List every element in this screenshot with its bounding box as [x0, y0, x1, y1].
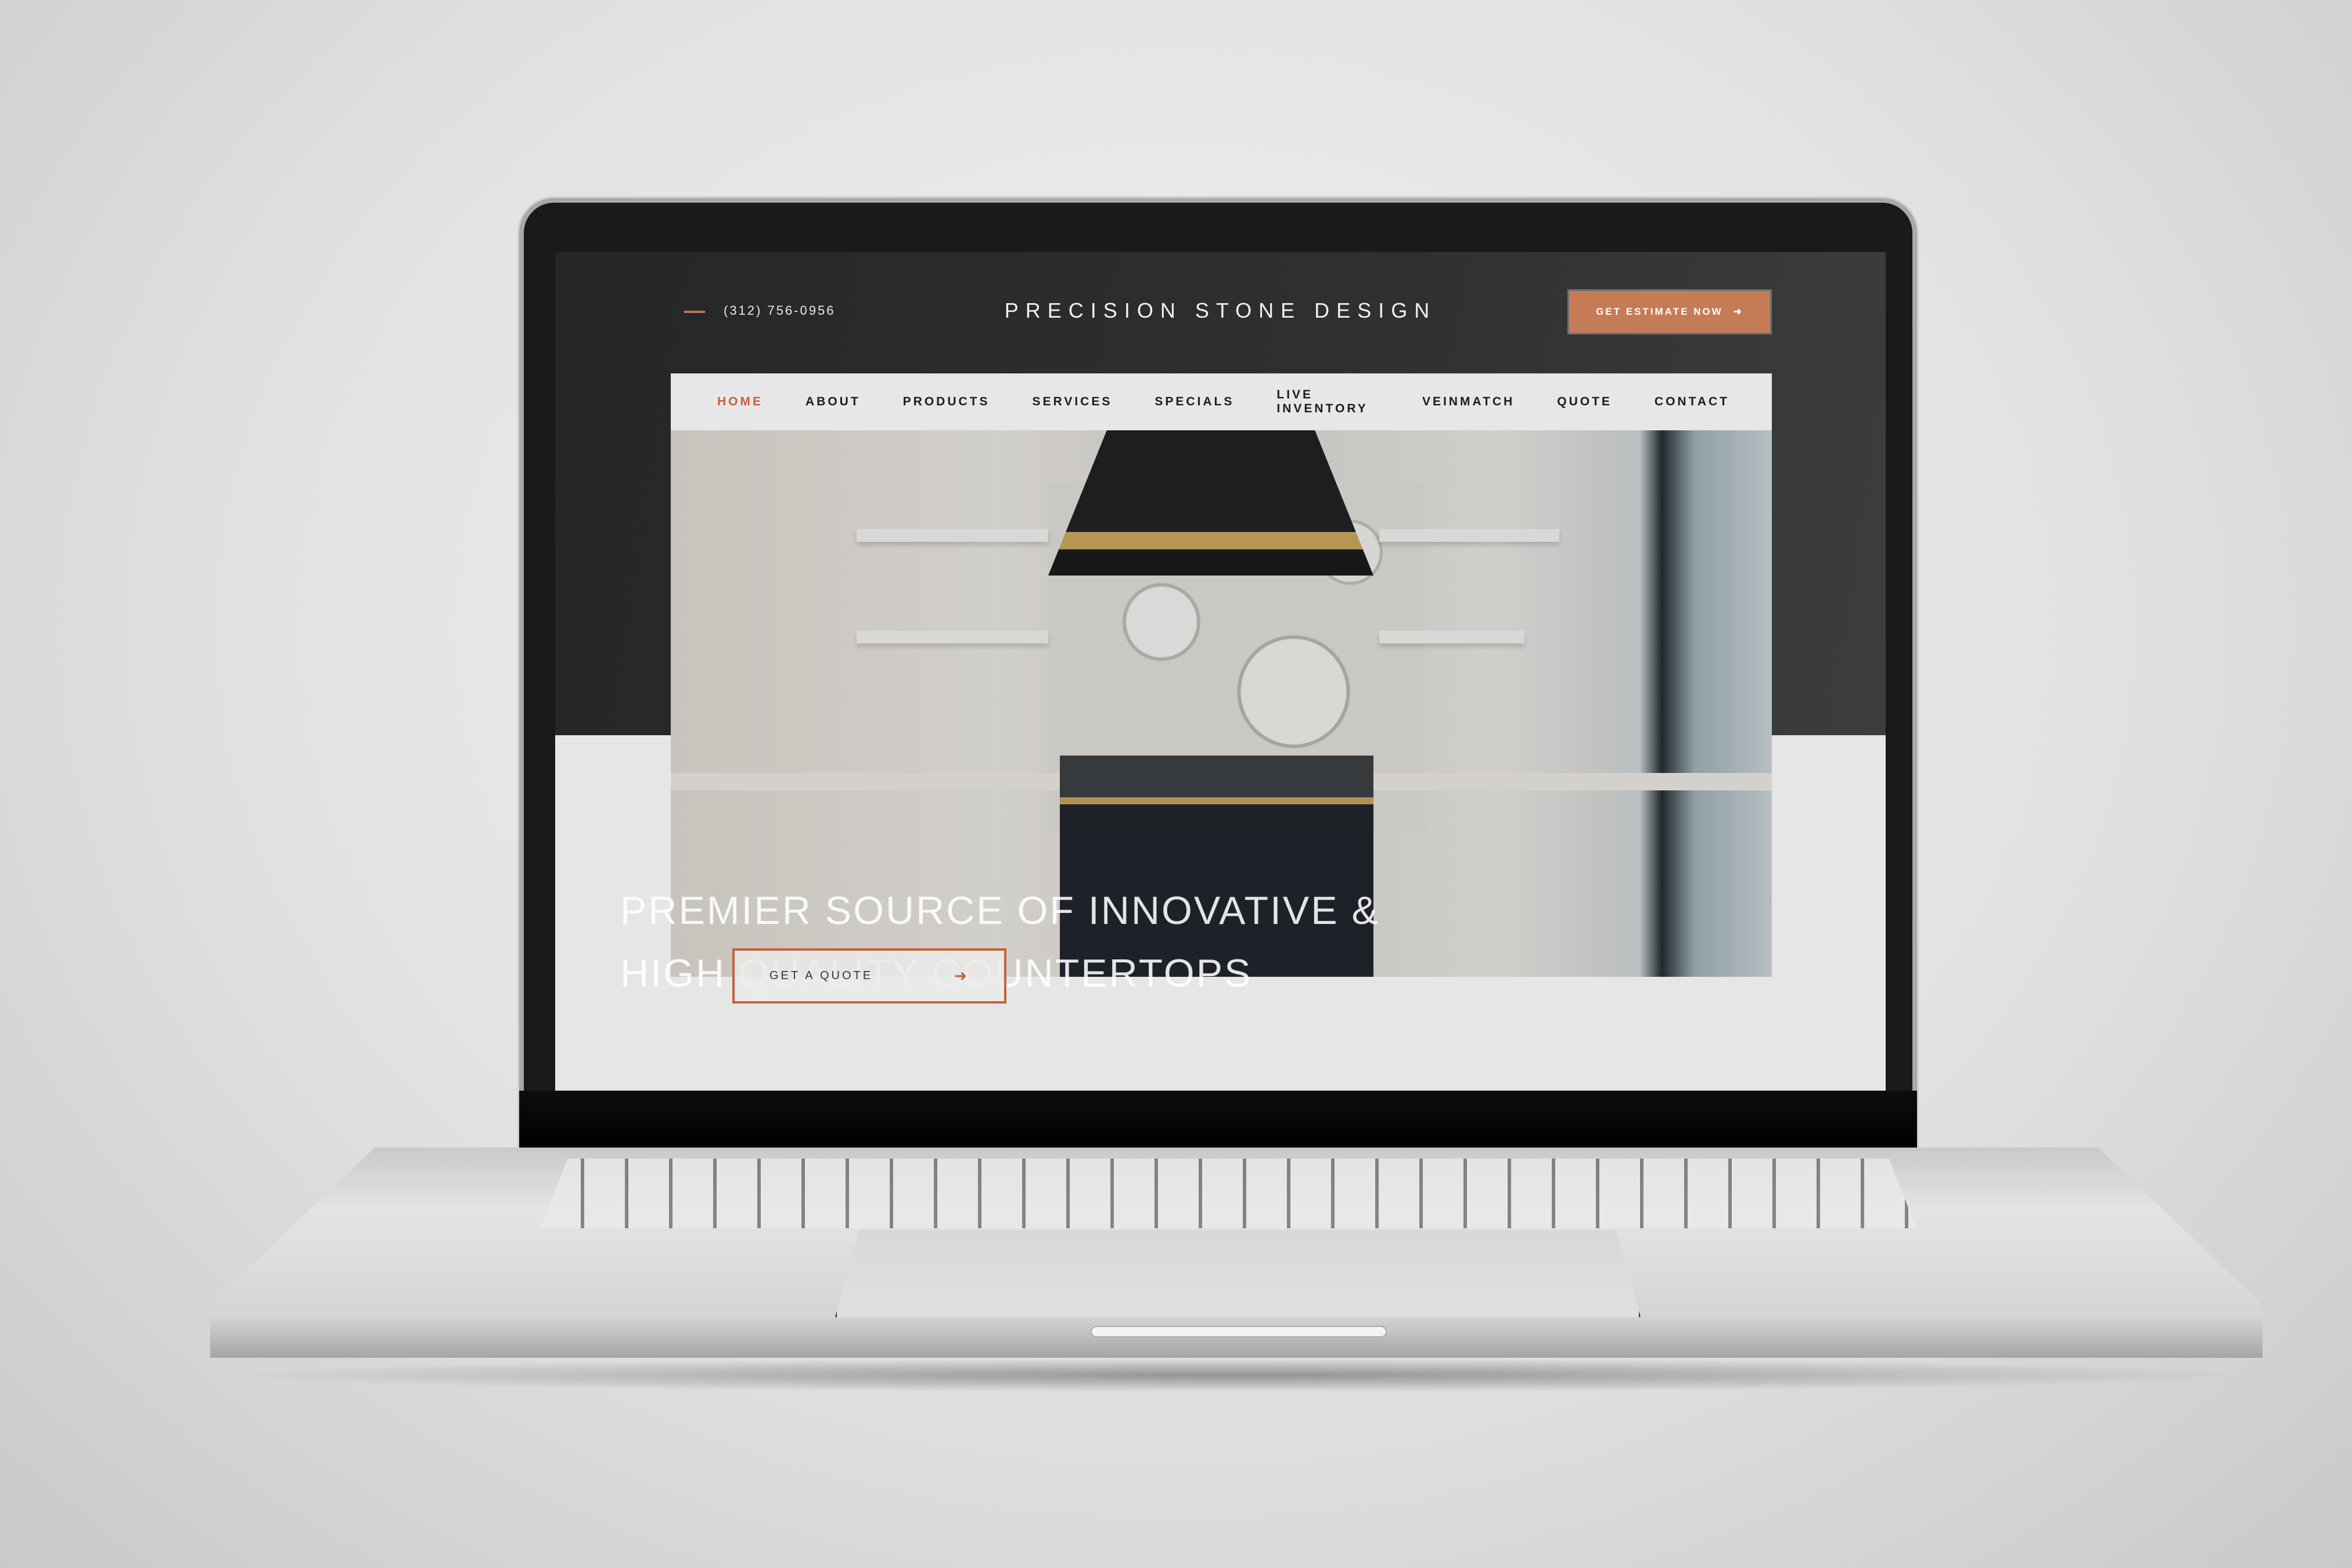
nav-veinmatch[interactable]: VEINMATCH [1422, 395, 1515, 409]
nav-quote[interactable]: QUOTE [1557, 395, 1612, 409]
laptop-screen: (312) 756-0956 PRECISION STONE DESIGN GE… [555, 252, 1886, 1091]
nav-home[interactable]: HOME [717, 395, 763, 409]
hero-line-1: PREMIER SOURCE OF INNOVATIVE & [620, 889, 1380, 933]
nav-contact[interactable]: CONTACT [1655, 395, 1729, 409]
nav-services[interactable]: SERVICES [1033, 395, 1113, 409]
laptop-shadow [221, 1358, 2253, 1393]
nav-about[interactable]: ABOUT [805, 395, 861, 409]
nav-specials[interactable]: SPECIALS [1155, 395, 1234, 409]
get-estimate-label: GET ESTIMATE NOW [1596, 306, 1723, 317]
get-estimate-button[interactable]: GET ESTIMATE NOW ➜ [1567, 289, 1772, 335]
laptop-hinge [519, 1091, 1917, 1149]
main-nav: HOME ABOUT PRODUCTS SERVICES SPECIALS LI… [671, 373, 1772, 430]
trackpad [835, 1230, 1641, 1317]
get-a-quote-label: GET A QUOTE [769, 969, 873, 982]
lid-notch [1091, 1326, 1387, 1337]
nav-products[interactable]: PRODUCTS [903, 395, 990, 409]
keyboard [540, 1159, 1916, 1228]
arrow-right-icon: ➜ [954, 967, 969, 984]
nav-live-inventory[interactable]: LIVE INVENTORY [1276, 388, 1380, 416]
arrow-right-icon: ➜ [1733, 306, 1743, 317]
get-a-quote-button[interactable]: GET A QUOTE ➜ [732, 948, 1006, 1004]
